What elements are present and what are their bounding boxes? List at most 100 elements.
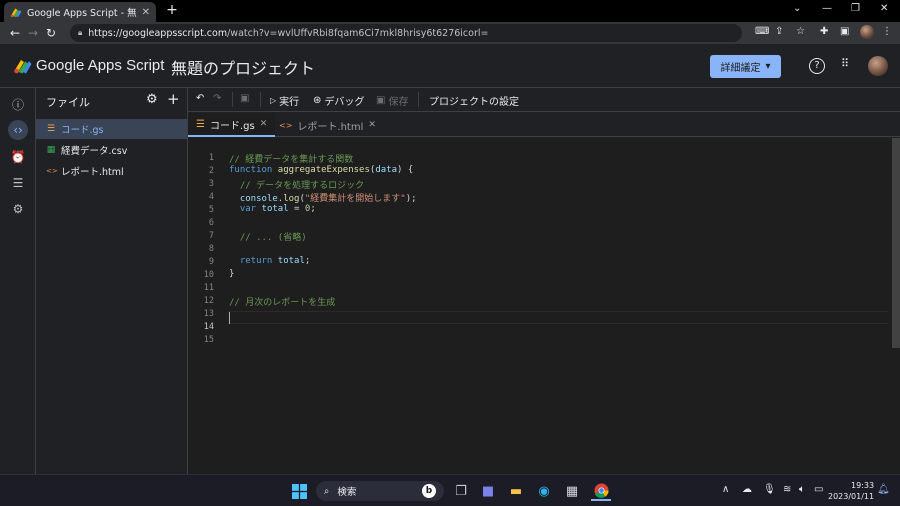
line-number: 3 — [208, 179, 214, 189]
store-icon[interactable]: ▦ — [562, 481, 582, 501]
file-item-code-gs[interactable]: ☰ コード.gs — [36, 119, 187, 139]
reload-icon[interactable]: ↻ — [42, 26, 60, 40]
code-line: } — [229, 269, 235, 279]
app-brand: Google Apps Script — [36, 57, 165, 74]
play-icon: ▷ — [270, 96, 277, 105]
add-file-icon[interactable]: + — [167, 90, 180, 108]
tray-overflow-chevron-icon[interactable]: ∧ — [722, 484, 729, 495]
toolbar-divider — [260, 92, 261, 107]
run-label: 実行 — [279, 97, 300, 108]
code-line: return total; — [239, 256, 311, 266]
toolbar-divider — [232, 92, 233, 107]
browser-tab-strip: Google Apps Script - 無題のプロ ✕ + ⌄ — ❐ ✕ — [0, 0, 900, 22]
wifi-icon[interactable]: ≋ — [783, 484, 791, 495]
save-disk-icon[interactable]: ▣ — [240, 93, 249, 104]
code-line: // データを処理するロジック — [239, 181, 365, 191]
translate-icon[interactable]: ⌨ — [755, 26, 769, 37]
file-item-report-html[interactable]: <> レポート.html — [36, 161, 187, 181]
code-editor[interactable]: 1 2 3 4 5 6 7 8 9 10 11 12 13 14 15 // 経… — [188, 138, 900, 474]
line-number-current: 14 — [203, 322, 214, 332]
line-number: 9 — [208, 257, 214, 267]
project-title[interactable]: 無題のプロジェクト — [171, 55, 315, 79]
new-tab-button[interactable]: + — [164, 2, 180, 18]
current-line-highlight — [228, 311, 888, 324]
line-number: 2 — [208, 166, 214, 176]
extensions-icon[interactable]: ✚ — [820, 26, 828, 37]
code-line: function aggregateExpenses(data) { — [229, 165, 414, 175]
debug-button[interactable]: ⊛ デバッグ — [313, 93, 364, 108]
task-view-icon[interactable]: ❐ — [451, 481, 471, 501]
url-field[interactable]: 🔒︎ https://googleappsscript.com/watch?v=… — [70, 24, 742, 42]
editor-toolbar: ↶ ↷ ▣ ▷ 実行 ⊛ デバッグ ▣ 保存 プロジェクトの設定 — [188, 88, 900, 112]
apps-script-logo-icon — [14, 60, 32, 74]
share-icon[interactable]: ⇪ — [775, 26, 783, 37]
browser-menu-icon[interactable]: ⋮ — [882, 26, 892, 37]
edge-browser-icon[interactable]: ◉ — [534, 481, 554, 501]
code-line: // 月次のレポートを生成 — [229, 298, 336, 308]
volume-icon[interactable]: 🔈︎ — [799, 484, 805, 495]
code-line: // ... (省略) — [239, 233, 307, 243]
maximize-icon[interactable]: ❐ — [851, 3, 860, 14]
lock-icon: 🔒︎ — [78, 28, 83, 37]
save-button[interactable]: ▣ 保存 — [376, 93, 408, 108]
settings-gear-icon[interactable]: ⚙ — [8, 199, 28, 219]
windows-start-icon[interactable] — [289, 481, 309, 501]
profile-avatar[interactable] — [860, 25, 874, 39]
code-line: console.log("経費集計を開始します"); — [239, 194, 417, 204]
executions-list-icon[interactable]: ☰ — [8, 173, 28, 193]
bing-icon: b — [422, 484, 436, 498]
battery-icon[interactable]: ▭ — [814, 484, 823, 495]
tab-label: レポート.html — [297, 121, 364, 133]
teams-chat-icon[interactable]: ■ — [478, 481, 498, 501]
close-tab-icon[interactable]: ✕ — [368, 120, 376, 130]
debug-icon: ⊛ — [313, 95, 322, 106]
undo-icon[interactable]: ↶ — [196, 93, 204, 104]
apps-script-favicon-icon — [10, 8, 22, 17]
close-window-icon[interactable]: ✕ — [880, 3, 888, 14]
onedrive-cloud-icon[interactable]: ☁ — [742, 484, 752, 495]
line-number: 5 — [208, 205, 214, 215]
code-line: var total = 0; — [239, 204, 316, 214]
file-name: コード.gs — [61, 125, 104, 136]
triggers-clock-icon[interactable]: ⏰ — [8, 147, 28, 167]
tab-report-html[interactable]: <> レポート.html ✕ — [271, 113, 384, 137]
tab-search-icon[interactable]: ⌄ — [793, 3, 801, 14]
files-panel-title: ファイル — [46, 96, 90, 109]
browser-tab[interactable]: Google Apps Script - 無題のプロ ✕ — [4, 2, 156, 22]
forward-icon[interactable]: → — [24, 26, 42, 40]
url-text: https://googleappsscript.com/watch?v=wvl… — [88, 27, 489, 39]
file-item-expense-csv[interactable]: ▦ 経費データ.csv — [36, 140, 187, 160]
minimize-icon[interactable]: — — [822, 3, 832, 14]
microphone-icon[interactable]: 🎙︎ — [763, 484, 776, 495]
line-number: 7 — [208, 231, 214, 241]
help-icon[interactable]: ? — [809, 58, 825, 74]
html-file-icon: <> — [46, 167, 58, 175]
bookmark-star-icon[interactable]: ☆ — [796, 26, 805, 37]
clock-time: 19:33 — [851, 481, 875, 490]
notification-bell-icon[interactable]: 🔔︎ — [877, 484, 890, 495]
chrome-icon[interactable] — [591, 481, 611, 501]
project-settings-button[interactable]: プロジェクトの設定 — [429, 93, 519, 108]
code-line: // 経費データを集計する関数 — [229, 155, 354, 165]
redo-icon[interactable]: ↷ — [213, 93, 221, 104]
line-number: 15 — [203, 335, 214, 345]
run-button[interactable]: ▷ 実行 — [270, 93, 299, 108]
clock-date: 2023/01/11 — [828, 492, 875, 501]
editor-code-icon[interactable]: ‹› — [8, 120, 28, 140]
file-explorer-icon[interactable]: ▬ — [506, 481, 526, 501]
account-avatar[interactable] — [868, 56, 888, 76]
tab-code-gs[interactable]: ☰ コード.gs ✕ — [188, 113, 276, 137]
tab-close-icon[interactable]: ✕ — [142, 7, 150, 18]
deploy-button[interactable]: 詳細議定 ▾ — [710, 55, 781, 78]
apps-grid-icon[interactable]: ⠿ — [841, 57, 849, 70]
side-panel-icon[interactable]: ▣ — [840, 26, 849, 37]
line-number: 13 — [203, 309, 214, 319]
close-tab-icon[interactable]: ✕ — [260, 119, 268, 129]
sort-gear-icon[interactable]: ⚙ — [146, 92, 158, 107]
app-header: Google Apps Script 無題のプロジェクト 詳細議定 ▾ ? ⠿ — [0, 44, 900, 88]
vertical-scrollbar-thumb[interactable] — [892, 138, 900, 348]
system-clock[interactable]: 19:33 2023/01/11 — [828, 480, 874, 502]
taskbar-search[interactable]: ⌕ 検索 b — [316, 481, 444, 501]
overview-info-icon[interactable]: ⓘ — [8, 94, 28, 114]
back-icon[interactable]: ← — [6, 26, 24, 40]
